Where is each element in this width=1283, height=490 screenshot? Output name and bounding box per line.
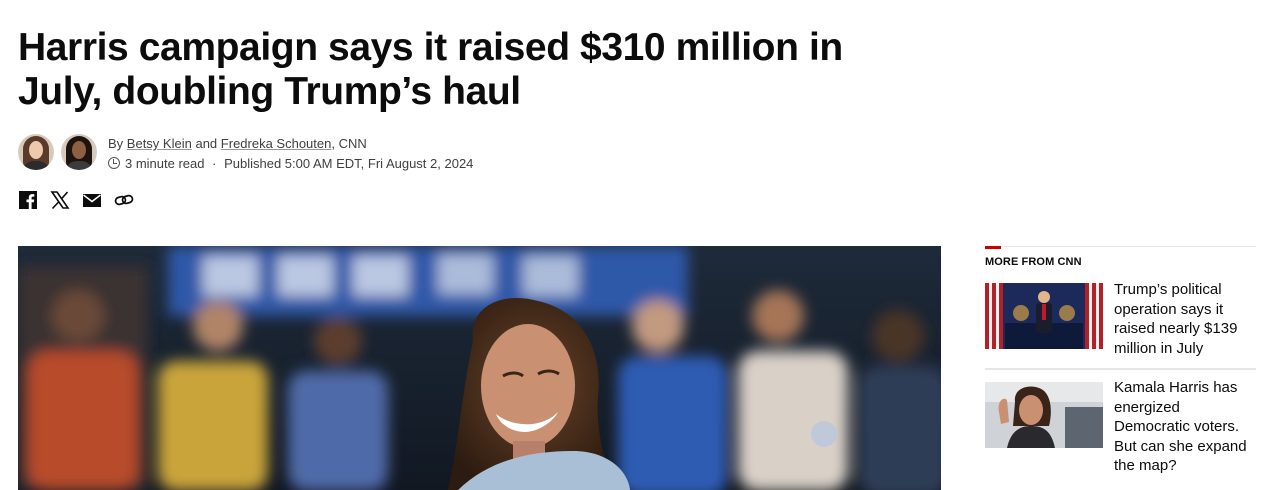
- related-article-card[interactable]: Trump’s political operation says it rais…: [985, 280, 1256, 369]
- byline-outlet: , CNN: [331, 136, 367, 151]
- related-article-title[interactable]: Trump’s political operation says it rais…: [1114, 280, 1256, 358]
- read-time: 3 minute read: [125, 156, 205, 171]
- related-article-card[interactable]: Kamala Harris has energized Democratic v…: [985, 369, 1256, 482]
- email-icon[interactable]: [82, 190, 104, 212]
- section-accent-bar: [985, 246, 1001, 249]
- author-avatar-betsy-klein[interactable]: [18, 134, 54, 170]
- clock-icon: [108, 157, 120, 169]
- facebook-icon[interactable]: [18, 190, 40, 212]
- meta-separator: ·: [212, 156, 217, 171]
- article-headline: Harris campaign says it raised $310 mill…: [18, 26, 843, 113]
- article-meta: 3 minute read · Published 5:00 AM EDT, F…: [108, 156, 473, 171]
- byline-text: By Betsy Klein and Fredreka Schouten, CN…: [108, 136, 367, 151]
- byline-prefix: By: [108, 136, 124, 151]
- author-avatar-fredreka-schouten[interactable]: [61, 134, 97, 170]
- author-link-fredreka-schouten[interactable]: Fredreka Schouten: [221, 136, 332, 151]
- x-icon[interactable]: [50, 190, 72, 212]
- author-link-betsy-klein[interactable]: Betsy Klein: [127, 136, 192, 151]
- hero-image[interactable]: [18, 246, 941, 490]
- section-divider: [985, 246, 1256, 247]
- related-article-thumbnail[interactable]: [985, 382, 1103, 448]
- section-title: MORE FROM CNN: [985, 256, 1082, 268]
- related-article-thumbnail[interactable]: [985, 283, 1103, 349]
- copy-link-icon[interactable]: [114, 190, 136, 212]
- published-timestamp: Published 5:00 AM EDT, Fri August 2, 202…: [224, 156, 474, 171]
- related-article-title[interactable]: Kamala Harris has energized Democratic v…: [1114, 378, 1256, 476]
- byline-conjunction: and: [195, 136, 218, 151]
